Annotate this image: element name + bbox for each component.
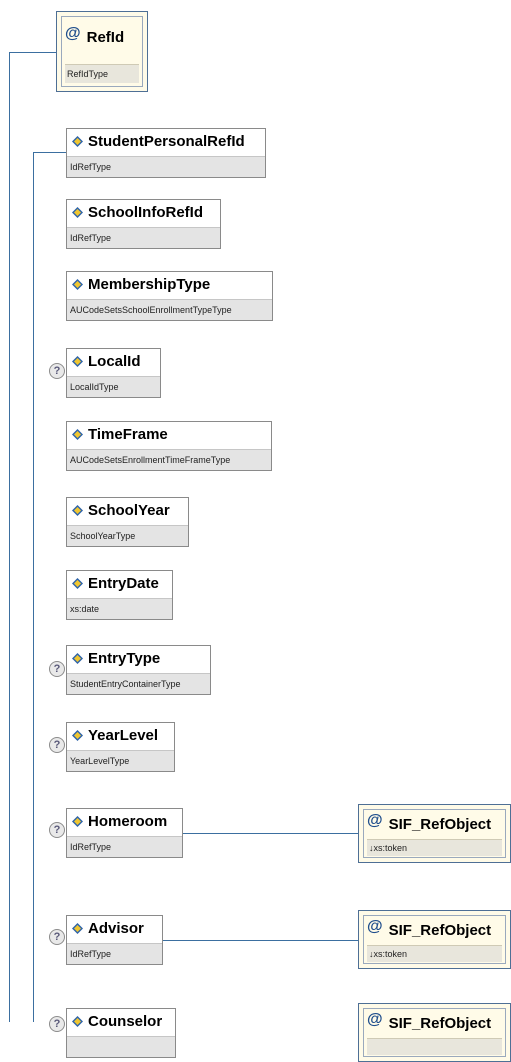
schema-diagram: @ RefId RefIdType StudentPersonalRefId I…: [0, 0, 511, 1062]
attribute-icon: @: [65, 25, 81, 42]
element-timeframe[interactable]: TimeFrame AUCodeSetsEnrollmentTimeFrameT…: [66, 421, 272, 471]
element-diamond-icon: [72, 815, 83, 827]
element-membership-type[interactable]: MembershipType AUCodeSetsSchoolEnrollmen…: [66, 271, 273, 321]
optional-entrytype-icon: ?: [49, 661, 65, 677]
element-diamond-icon: [72, 577, 83, 589]
element-entrytype[interactable]: EntryType StudentEntryContainerType: [66, 645, 211, 695]
attribute-icon: @: [367, 812, 383, 829]
optional-yearlevel-icon: ?: [49, 737, 65, 753]
attribute-name: RefId: [86, 28, 125, 46]
element-counselor[interactable]: Counselor: [66, 1008, 176, 1058]
element-diamond-icon: [72, 206, 83, 218]
element-diamond-icon: [72, 1015, 83, 1027]
connector-root-to-refid: [9, 52, 56, 53]
element-localid[interactable]: LocalId LocalIdType: [66, 348, 161, 398]
element-diamond-icon: [72, 278, 83, 290]
element-diamond-icon: [72, 135, 83, 147]
element-diamond-icon: [72, 729, 83, 741]
optional-advisor-icon: ?: [49, 929, 65, 945]
element-entrydate[interactable]: EntryDate xs:date: [66, 570, 173, 620]
connector-homeroom-attr: [183, 833, 358, 834]
optional-homeroom-icon: ?: [49, 822, 65, 838]
element-diamond-icon: [72, 504, 83, 516]
element-diamond-icon: [72, 428, 83, 440]
attribute-sif-refobject-advisor[interactable]: @ SIF_RefObject ↓xs:token: [358, 910, 511, 969]
element-student-personal-refid[interactable]: StudentPersonalRefId IdRefType: [66, 128, 266, 178]
optional-localid-icon: ?: [49, 363, 65, 379]
element-diamond-icon: [72, 922, 83, 934]
element-schoolinfo-refid[interactable]: SchoolInfoRefId IdRefType: [66, 199, 221, 249]
element-diamond-icon: [72, 652, 83, 664]
attribute-sif-refobject-counselor[interactable]: @ SIF_RefObject: [358, 1003, 511, 1062]
attribute-icon: @: [367, 1011, 383, 1028]
attribute-type: RefIdType: [65, 64, 139, 83]
element-homeroom[interactable]: Homeroom IdRefType: [66, 808, 183, 858]
element-diamond-icon: [72, 355, 83, 367]
connector-sequence-top: [33, 152, 66, 153]
optional-counselor-icon: ?: [49, 1016, 65, 1032]
element-advisor[interactable]: Advisor IdRefType: [66, 915, 163, 965]
connector-sequence-vertical: [33, 152, 34, 1022]
element-schoolyear[interactable]: SchoolYear SchoolYearType: [66, 497, 189, 547]
attribute-icon: @: [367, 918, 383, 935]
element-yearlevel[interactable]: YearLevel YearLevelType: [66, 722, 175, 772]
attribute-refid[interactable]: @ RefId RefIdType: [56, 11, 148, 92]
attribute-sif-refobject-homeroom[interactable]: @ SIF_RefObject ↓xs:token: [358, 804, 511, 863]
connector-advisor-attr: [163, 940, 358, 941]
connector-root-vertical: [9, 52, 10, 1022]
